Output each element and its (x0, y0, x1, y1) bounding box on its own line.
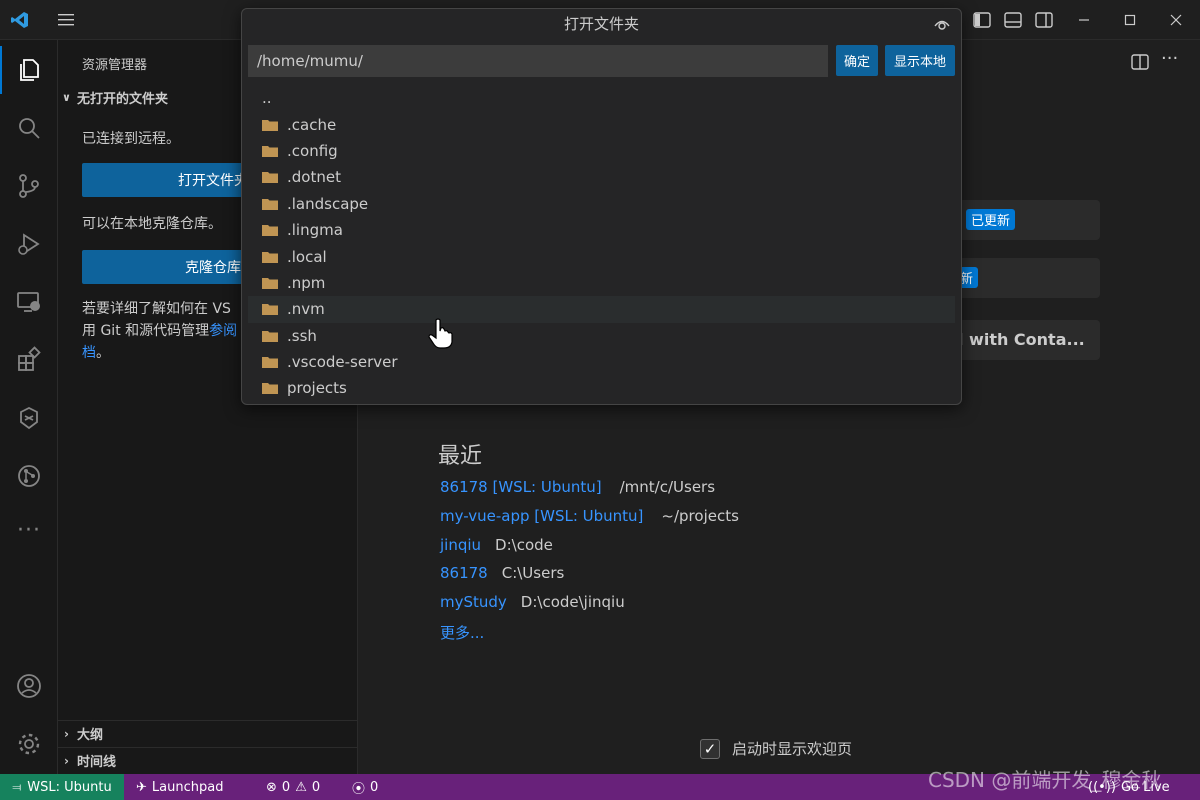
folder-icon (262, 251, 278, 263)
folder-icon (262, 357, 278, 369)
settings-gear-icon[interactable] (0, 720, 58, 768)
learn-text-1: 若要详细了解如何在 VS (82, 301, 231, 317)
timeline-label: 时间线 (76, 755, 116, 770)
folder-icon (262, 172, 278, 184)
confirm-button[interactable]: 确定 (836, 45, 878, 76)
remote-indicator[interactable]: ⫤ WSL: Ubuntu (0, 774, 124, 800)
activity-bar: ··· (0, 40, 58, 774)
broadcast-icon: ⦿ (352, 781, 366, 797)
search-icon[interactable] (0, 104, 58, 152)
recent-item[interactable]: my-vue-app [WSL: Ubuntu] ~/projects (440, 507, 739, 525)
checkbox[interactable]: ✓ (700, 738, 720, 759)
folder-list: .. .cache .config .dotnet .landscape .li… (248, 85, 955, 402)
recent-item[interactable]: myStudy D:\code\jinqiu (440, 593, 625, 611)
problems-item[interactable]: ⊗ 0 ⚠ 0 (266, 774, 320, 800)
chevron-right-icon: › (64, 753, 69, 768)
folder-path-input[interactable] (248, 45, 828, 77)
recent-title: 最近 (438, 444, 483, 469)
watermark: CSDN @前端开发_穆金秋 (928, 768, 1162, 792)
warning-icon: ⚠ (295, 779, 307, 795)
folder-icon (262, 304, 278, 316)
source-control-icon[interactable] (0, 162, 58, 210)
open-folder-quickpick: 打开文件夹 确定 显示本地 .. .cache .config .dotnet … (241, 8, 962, 405)
run-debug-icon[interactable] (0, 220, 58, 268)
remote-explorer-icon[interactable] (0, 278, 58, 326)
git-graph-icon[interactable] (0, 452, 58, 500)
remote-icon: ⫤ (12, 779, 22, 794)
folder-icon (262, 225, 278, 237)
close-icon[interactable] (1166, 10, 1186, 30)
list-item[interactable]: projects (248, 375, 955, 401)
list-item[interactable]: .lingma (248, 217, 955, 243)
list-item[interactable]: .dotnet (248, 164, 955, 190)
recent-item[interactable]: jinqiu D:\code (440, 536, 553, 554)
recent-item[interactable]: 86178 C:\Users (440, 564, 564, 582)
list-item[interactable]: .ssh (248, 323, 955, 349)
learn-text-2: 用 Git 和源代码管理 (82, 323, 210, 339)
folder-icon (262, 119, 278, 131)
learn-text-end: 。 (96, 345, 110, 361)
rocket-icon: ✈ (136, 779, 147, 795)
folder-icon (262, 198, 278, 210)
list-item-parent[interactable]: .. (248, 85, 955, 111)
remote-label: WSL: Ubuntu (27, 779, 112, 795)
launchpad-item[interactable]: ✈ Launchpad (136, 774, 223, 800)
docs-link-end[interactable]: 档 (82, 345, 96, 361)
list-item[interactable]: .landscape (248, 191, 955, 217)
accounts-icon[interactable] (0, 662, 58, 710)
docs-link[interactable]: 参阅 (209, 323, 237, 339)
explorer-icon[interactable] (0, 46, 58, 94)
list-item[interactable]: .npm (248, 270, 955, 296)
split-editor-icon[interactable] (1131, 53, 1149, 75)
list-item[interactable]: .config (248, 138, 955, 164)
folder-icon (262, 330, 278, 342)
toggle-secondary-sidebar-icon[interactable] (1034, 10, 1054, 30)
startup-label: 启动时显示欢迎页 (732, 740, 853, 758)
list-item[interactable]: .local (248, 243, 955, 269)
folder-icon (262, 277, 278, 289)
list-item[interactable]: .cache (248, 111, 955, 137)
folder-icon (262, 383, 278, 395)
quickpick-title: 打开文件夹 (563, 15, 639, 33)
more-actions-icon[interactable]: ··· (1161, 48, 1178, 69)
toggle-panel-icon[interactable] (1003, 10, 1023, 30)
more-icon[interactable]: ··· (0, 506, 58, 554)
list-item-highlighted[interactable]: .nvm (248, 296, 955, 323)
section-label: 无打开的文件夹 (76, 92, 168, 107)
no-folder-section[interactable]: ∨ 无打开的文件夹 (62, 88, 168, 107)
toggle-sidebar-icon[interactable] (972, 10, 992, 30)
chevron-down-icon: ∨ (62, 91, 71, 104)
eye-icon[interactable] (933, 15, 951, 33)
extensions-icon[interactable] (0, 336, 58, 384)
hand-cursor-icon (428, 318, 454, 354)
updated-badge: 已更新 (966, 209, 1016, 230)
show-local-button[interactable]: 显示本地 (885, 45, 955, 76)
timeline-section[interactable]: › 时间线 (58, 747, 358, 773)
folder-icon (262, 145, 278, 157)
chevron-right-icon: › (64, 726, 69, 741)
ports-item[interactable]: ⦿ 0 (352, 774, 378, 800)
sidebar-title: 资源管理器 (82, 58, 148, 73)
minimize-icon[interactable] (1074, 10, 1094, 30)
error-icon: ⊗ (266, 779, 277, 795)
outline-label: 大纲 (76, 728, 103, 743)
more-recent-link[interactable]: 更多... (440, 622, 484, 643)
vscode-logo-icon (10, 10, 30, 30)
outline-section[interactable]: › 大纲 (58, 720, 358, 746)
startup-option[interactable]: ✓ 启动时显示欢迎页 (700, 738, 852, 759)
vscode-window: ··· 资源管理器 ∨ 无打开的文件夹 已连接到远程。 打开文件夹 可以在本地克… (0, 0, 1200, 800)
connected-text: 已连接到远程。 (82, 131, 180, 147)
clone-text: 可以在本地克隆仓库。 (82, 216, 222, 232)
menu-icon[interactable] (56, 10, 76, 30)
recent-item[interactable]: 86178 [WSL: Ubuntu]/mnt/c/Users (440, 478, 715, 496)
maximize-icon[interactable] (1120, 10, 1140, 30)
list-item[interactable]: .vscode-server (248, 349, 955, 375)
lingma-icon[interactable] (0, 394, 58, 442)
container-card-text: l with Conta... (958, 330, 1085, 349)
